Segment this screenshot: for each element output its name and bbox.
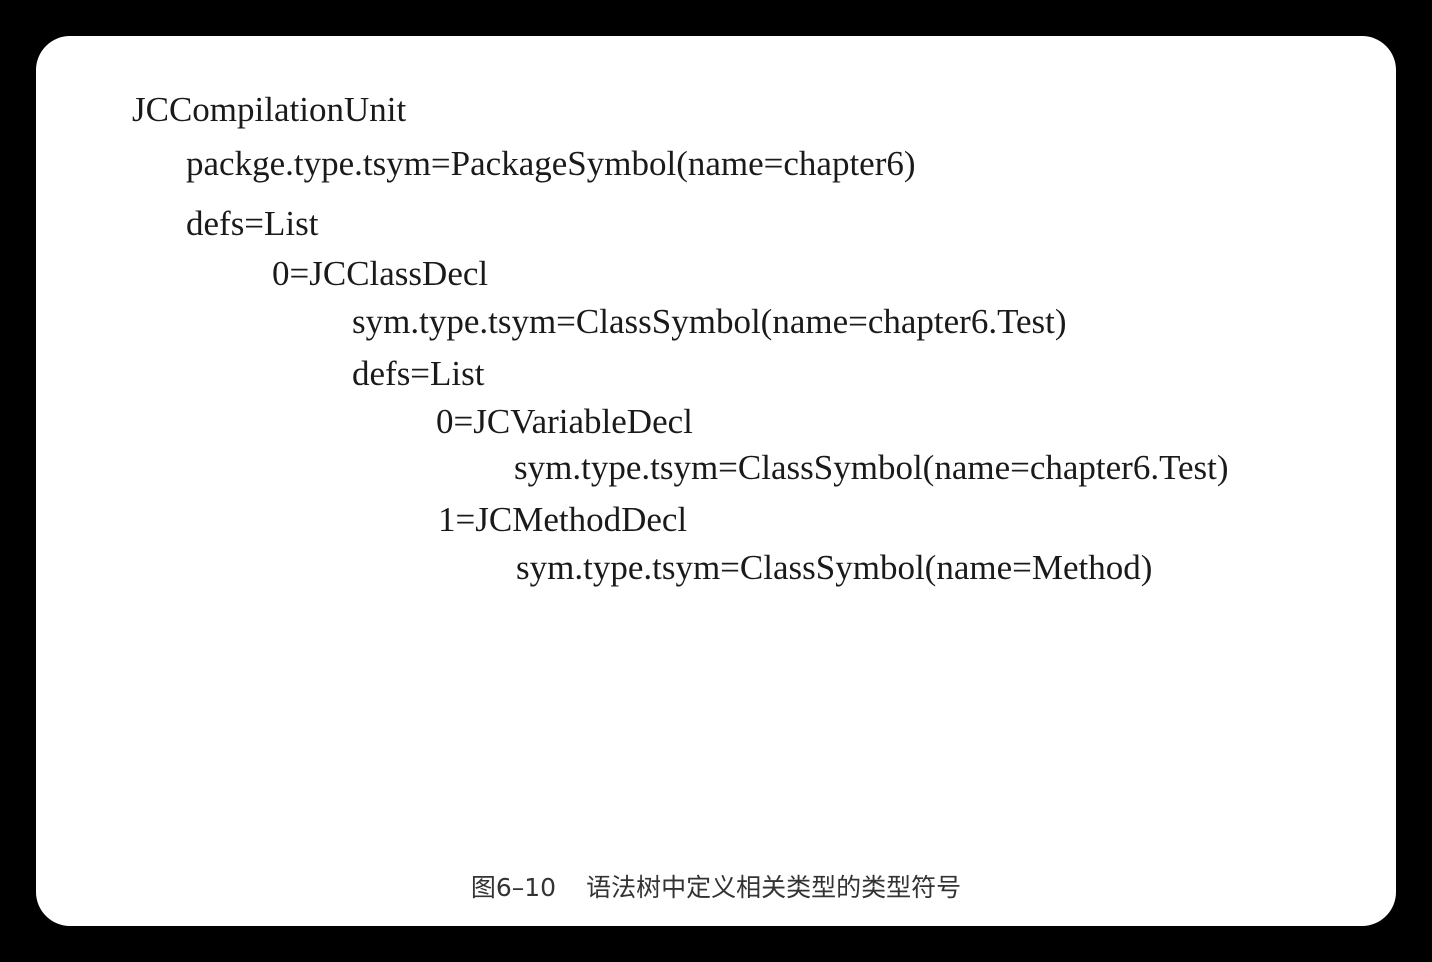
tree-node-package-symbol: packge.type.tsym=PackageSymbol(name=chap… (186, 144, 916, 183)
figure-caption: 图6–10 语法树中定义相关类型的类型符号 (36, 868, 1396, 904)
tree-node-variable-symbol: sym.type.tsym=ClassSymbol(name=chapter6.… (514, 448, 1229, 487)
tree-node-class-defs-list: defs=List (352, 354, 485, 393)
tree-node-method-symbol: sym.type.tsym=ClassSymbol(name=Method) (516, 548, 1153, 587)
tree-node-class-decl: 0=JCClassDecl (272, 254, 489, 293)
tree-node-variable-decl: 0=JCVariableDecl (436, 402, 693, 441)
tree-node-defs-list: defs=List (186, 204, 319, 243)
figure-card: JCCompilationUnit packge.type.tsym=Packa… (36, 36, 1396, 926)
tree-node-class-symbol: sym.type.tsym=ClassSymbol(name=chapter6.… (352, 302, 1067, 341)
figure-title: 语法树中定义相关类型的类型符号 (586, 873, 962, 902)
tree-node-method-decl: 1=JCMethodDecl (438, 500, 688, 539)
figure-number: 图6–10 (470, 873, 557, 902)
tree-node-compilation-unit: JCCompilationUnit (132, 90, 407, 129)
